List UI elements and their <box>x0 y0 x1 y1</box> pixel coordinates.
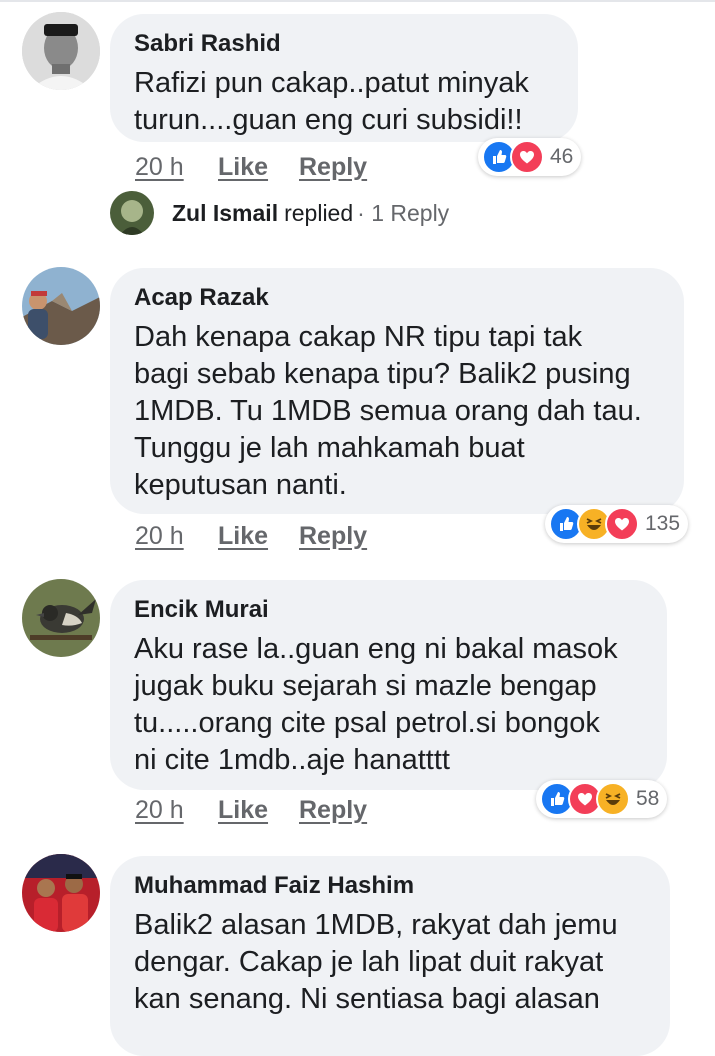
comment-text: Balik2 alasan 1MDB, rakyat dah jemu deng… <box>134 909 618 1015</box>
comment-text: Rafizi pun cakap..patut minyak turun....… <box>134 67 529 136</box>
reaction-count: 58 <box>636 787 660 810</box>
comment-author[interactable]: Encik Murai <box>134 596 643 624</box>
reply-button[interactable]: Reply <box>299 153 367 182</box>
comment-actions: 20 h Like Reply <box>135 522 367 551</box>
avatar[interactable] <box>22 12 100 90</box>
comment-text: Aku rase la..guan eng ni bakal masok jug… <box>134 633 618 776</box>
like-button[interactable]: Like <box>218 522 299 551</box>
top-divider <box>0 0 715 2</box>
comment-actions: 20 h Like Reply <box>135 153 367 182</box>
comment-actions: 20 h Like Reply <box>135 796 367 825</box>
comment-bubble: Muhammad Faiz Hashim Balik2 alasan 1MDB,… <box>110 856 670 1056</box>
comment-bubble: Encik Murai Aku rase la..guan eng ni bak… <box>110 580 667 790</box>
reaction-summary[interactable]: 135 <box>545 505 689 543</box>
reply-action-text: replied <box>284 199 354 226</box>
comment-timestamp[interactable]: 20 h <box>135 522 218 551</box>
avatar[interactable] <box>22 854 100 932</box>
reaction-summary[interactable]: 46 <box>478 138 582 176</box>
reaction-count: 135 <box>645 512 681 535</box>
reply-author: Zul Ismail <box>172 199 279 226</box>
like-button[interactable]: Like <box>218 153 299 182</box>
comment-text: Dah kenapa cakap NR tipu tapi tak bagi s… <box>134 321 642 501</box>
comment-author[interactable]: Muhammad Faiz Hashim <box>134 872 646 900</box>
love-icon <box>605 507 639 541</box>
reply-count: · 1 Reply <box>357 199 450 226</box>
comment-timestamp[interactable]: 20 h <box>135 153 218 182</box>
comment-author[interactable]: Sabri Rashid <box>134 30 554 58</box>
avatar <box>110 191 154 235</box>
reply-button[interactable]: Reply <box>299 522 367 551</box>
comment-author[interactable]: Acap Razak <box>134 284 660 312</box>
reaction-summary[interactable]: 58 <box>536 780 668 818</box>
comment-bubble: Sabri Rashid Rafizi pun cakap..patut min… <box>110 14 578 142</box>
avatar[interactable] <box>22 579 100 657</box>
love-icon <box>510 140 544 174</box>
reply-button[interactable]: Reply <box>299 796 367 825</box>
comment-bubble: Acap Razak Dah kenapa cakap NR tipu tapi… <box>110 268 684 514</box>
avatar[interactable] <box>22 267 100 345</box>
reaction-count: 46 <box>550 145 574 168</box>
like-button[interactable]: Like <box>218 796 299 825</box>
haha-icon <box>596 782 630 816</box>
replies-summary[interactable]: Zul Ismail replied · 1 Reply <box>110 190 449 236</box>
comment-timestamp[interactable]: 20 h <box>135 796 218 825</box>
